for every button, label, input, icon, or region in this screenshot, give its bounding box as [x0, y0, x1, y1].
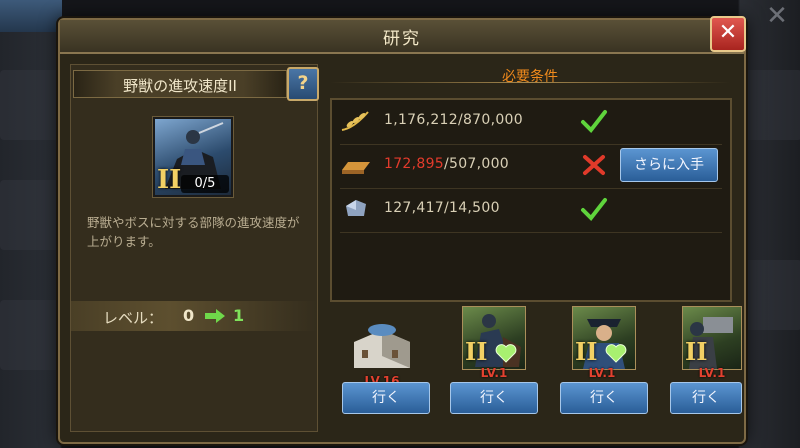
requirement-row-grain: 1,176,212/870,000: [340, 100, 722, 145]
iron-bar-icon: [342, 162, 370, 174]
troop-level: LV.1: [588, 366, 616, 380]
grain-amount: 1,176,212/870,000: [384, 112, 523, 128]
level-label: レベル：: [103, 309, 164, 327]
iron-need: /507,000: [444, 156, 510, 172]
prereq-troop: II: [682, 306, 742, 370]
research-info-panel: 野獣の進攻速度II ? II 0/5 野獣やボスに対する部隊の進攻速度が上がりま…: [70, 64, 319, 432]
check-icon: [581, 198, 607, 222]
research-description: 野獣やボスに対する部隊の進攻速度が上がります。: [87, 215, 300, 249]
grain-icon: [341, 111, 369, 131]
research-icon: II 0/5: [153, 117, 233, 197]
background-panel: [742, 260, 800, 330]
requirements-table: 1,176,212/870,000 172,895/507,000 さらに入手 …: [330, 98, 732, 302]
research-title-banner: 野獣の進攻速度II: [73, 70, 287, 98]
stone-have: 127,417: [384, 200, 444, 216]
iron-amount: 172,895/507,000: [384, 156, 509, 172]
dialog-title: 研究: [383, 29, 421, 49]
cross-icon: [583, 155, 605, 175]
troop-tier: II: [465, 337, 488, 366]
research-dialog: 研究 ✕ 野獣の進攻速度II ? II 0/5 野獣やボスに対する部隊の進攻速度…: [58, 16, 746, 444]
requirements-header: 必要条件: [502, 69, 558, 85]
go-button[interactable]: 行く: [450, 382, 538, 414]
get-more-button[interactable]: さらに入手: [620, 148, 718, 182]
background-tab: [0, 0, 62, 32]
background-panel: [742, 70, 800, 140]
background-close-icon: ✕: [766, 1, 788, 31]
go-button[interactable]: 行く: [342, 382, 430, 414]
research-name: 野獣の進攻速度II: [123, 77, 237, 95]
stone-icon: [346, 200, 366, 216]
prereq-building: LV.16: [340, 316, 424, 388]
heart-icon: [605, 344, 627, 363]
prereq-troop: II: [572, 306, 636, 370]
help-button[interactable]: ?: [287, 67, 319, 101]
background-panel: [0, 180, 60, 250]
level-next: 1: [233, 306, 245, 325]
heart-icon: [495, 344, 517, 363]
troop-level: LV.1: [480, 366, 508, 380]
requirement-row-iron: 172,895/507,000 さらに入手: [340, 144, 722, 189]
grain-have: 1,176,212: [384, 112, 458, 128]
research-progress: 0/5: [181, 175, 229, 193]
go-button[interactable]: 行く: [560, 382, 648, 414]
background-panel: [0, 70, 60, 140]
tier-badge: II: [157, 165, 182, 195]
check-icon: [581, 110, 607, 134]
stone-amount: 127,417/14,500: [384, 200, 500, 216]
go-button[interactable]: 行く: [670, 382, 742, 414]
level-current: 0: [183, 306, 195, 325]
level-row: レベル： 0 1: [71, 301, 317, 331]
grain-need: /870,000: [457, 112, 523, 128]
requirement-row-stone: 127,417/14,500: [340, 188, 722, 233]
troop-level: LV.1: [698, 366, 726, 380]
close-button[interactable]: ✕: [710, 16, 746, 52]
building-icon: [354, 324, 410, 368]
troop-tier: II: [685, 337, 708, 366]
iron-have: 172,895: [384, 156, 444, 172]
troop-tier: II: [575, 337, 598, 366]
dialog-titlebar: 研究: [60, 20, 744, 54]
arrow-right-icon: [205, 309, 225, 323]
stone-need: /14,500: [444, 200, 500, 216]
header-divider: [330, 82, 730, 83]
prereq-troop: II: [462, 306, 526, 370]
background-panel: [0, 300, 60, 370]
